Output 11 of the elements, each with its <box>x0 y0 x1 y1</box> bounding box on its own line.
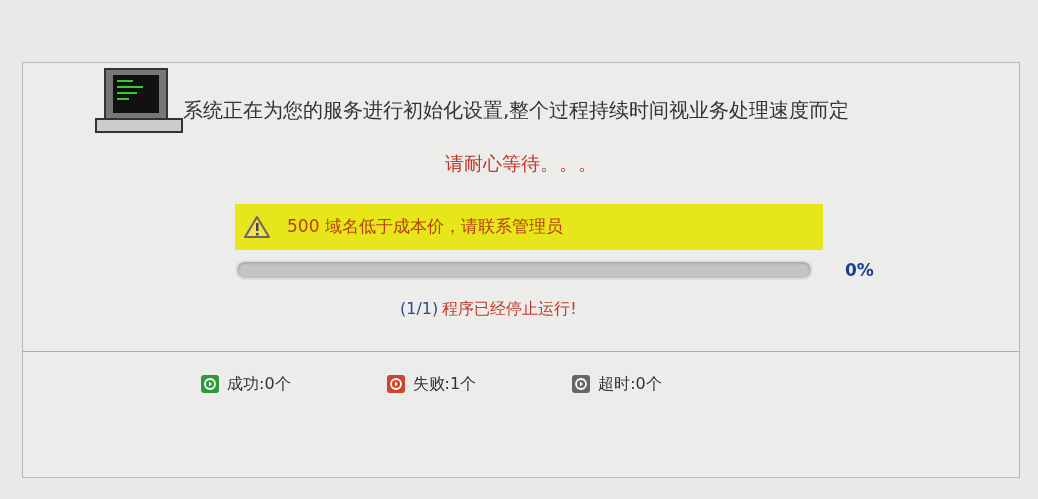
progress-percent: 0% <box>845 258 874 282</box>
warning-icon <box>243 214 271 239</box>
stat-label: 失败:1个 <box>412 373 477 395</box>
stat-label: 成功:0个 <box>227 373 291 395</box>
progress-counter: (1/1) <box>400 298 439 320</box>
computer-icon <box>95 67 183 133</box>
status-message: 系统正在为您的服务进行初始化设置,整个过程持续时间视业务处理速度而定 <box>183 97 850 124</box>
wait-message: 请耐心等待。。。 <box>445 152 597 174</box>
stat-label: 超时:0个 <box>598 373 662 395</box>
warning-text: 500 域名低于成本价，请联系管理员 <box>287 214 563 238</box>
status-text: 程序已经停止运行! <box>442 298 577 320</box>
